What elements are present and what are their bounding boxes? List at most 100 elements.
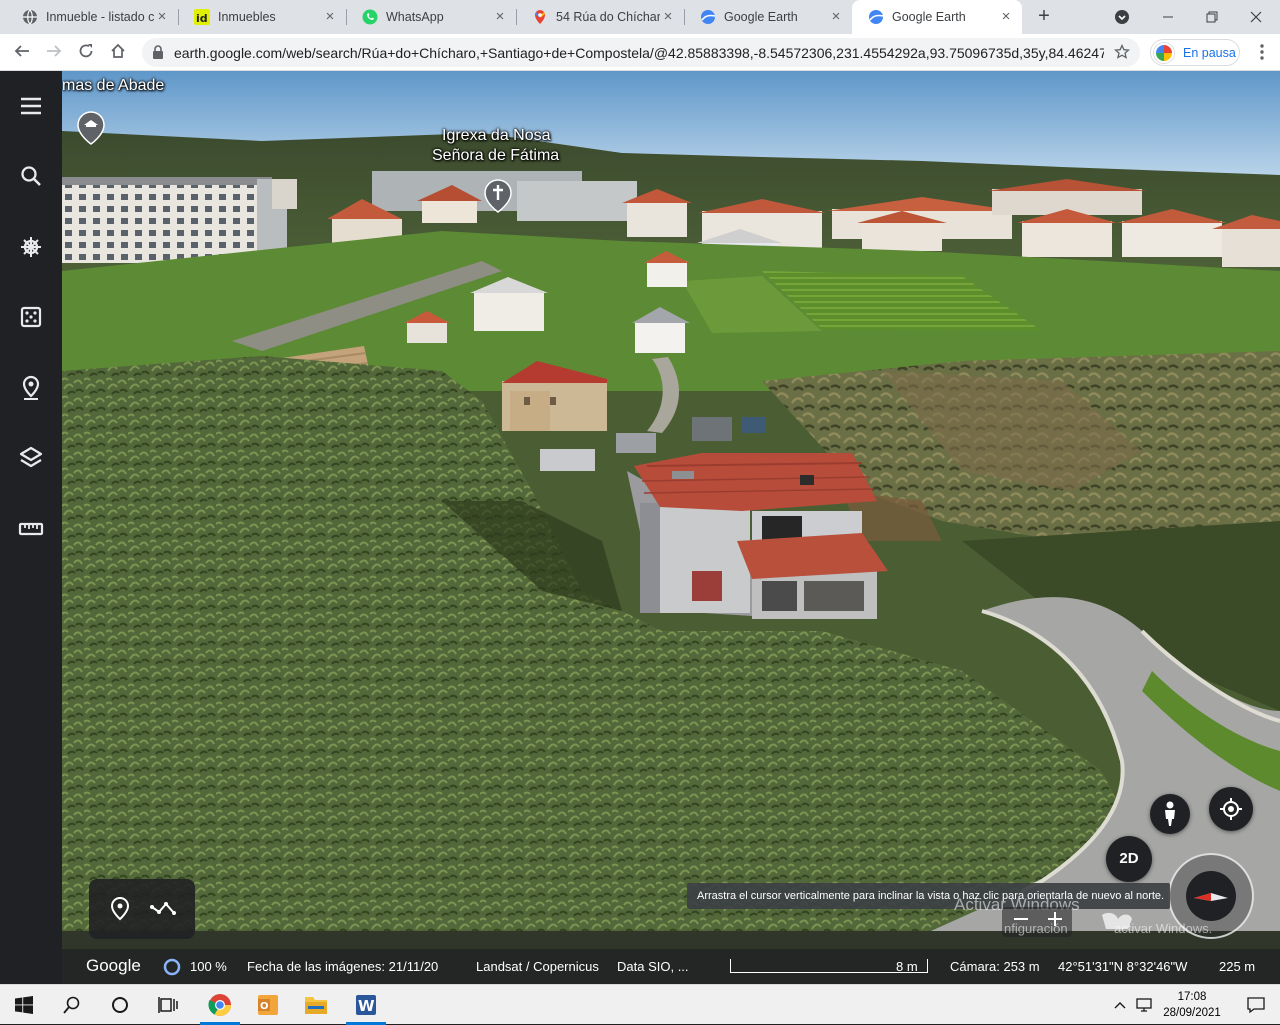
taskbar-outlook[interactable]: O — [244, 985, 292, 1025]
toggle-2d-button[interactable]: 2D — [1106, 836, 1152, 882]
cortana-circle-icon — [112, 997, 128, 1013]
svg-text:id: id — [196, 12, 208, 25]
voyager-helm-icon[interactable] — [17, 233, 45, 261]
scale-label[interactable]: 8 m — [896, 959, 918, 974]
outlook-icon: O — [258, 995, 278, 1015]
tab-title: Google Earth — [892, 10, 966, 24]
idealista-icon: id — [194, 9, 210, 25]
crosshair-location-icon — [1220, 798, 1242, 820]
tab-title: Inmueble - listado c — [46, 10, 154, 24]
tab-close-icon[interactable]: × — [998, 9, 1014, 25]
projects-pin-icon[interactable] — [17, 374, 45, 402]
taskbar-file-explorer[interactable] — [292, 985, 340, 1025]
browser-toolbar: earth.google.com/web/search/Rúa+do+Chích… — [0, 34, 1280, 71]
notification-icon — [1247, 997, 1265, 1014]
reload-button[interactable] — [72, 39, 100, 67]
place-label[interactable]: mas de Abade — [62, 77, 164, 95]
restore-button[interactable] — [1190, 0, 1234, 34]
lock-icon — [153, 45, 163, 59]
arrow-right-icon — [47, 45, 62, 57]
tray-overflow-button[interactable] — [1108, 985, 1132, 1025]
word-icon: W — [356, 995, 376, 1015]
clock-time: 17:08 — [1177, 991, 1207, 1003]
search-icon — [63, 996, 80, 1014]
imagery-date: Fecha de las imágenes: 21/11/20 — [247, 959, 439, 974]
earth-status-bar: Google 100 % Fecha de las imágenes: 21/1… — [62, 949, 1280, 984]
tab-close-icon[interactable]: × — [322, 9, 338, 25]
minimize-button[interactable] — [1146, 0, 1190, 34]
tab-inmuebles[interactable]: id Inmuebles × — [178, 0, 346, 34]
terrain-elevation: 225 m — [1219, 959, 1256, 974]
back-button[interactable] — [8, 39, 36, 67]
google-earth-icon — [869, 10, 884, 24]
system-clock[interactable]: 17:08 28/09/2021 — [1152, 989, 1232, 1021]
landmark-pin-icon[interactable] — [76, 111, 106, 145]
profile-button[interactable]: En pausa — [1150, 39, 1240, 66]
chrome-menu-icon[interactable] — [1252, 42, 1272, 62]
loading-ring-icon — [163, 958, 181, 976]
tab-google-maps[interactable]: 54 Rúa do Chícharo × — [516, 0, 684, 34]
bookmark-star-icon[interactable] — [1114, 44, 1130, 60]
map-style-layers-icon[interactable] — [17, 444, 45, 472]
hamburger-menu-icon[interactable] — [17, 92, 45, 120]
tab-inmueble-listado[interactable]: Inmueble - listado c × — [6, 0, 178, 34]
dice-feeling-lucky-icon[interactable] — [17, 303, 45, 331]
terrain-render — [62, 71, 1280, 984]
url-text[interactable]: earth.google.com/web/search/Rúa+do+Chích… — [174, 45, 1104, 61]
church-pin-icon[interactable] — [483, 179, 513, 213]
chrome-icon — [208, 994, 231, 1016]
tab-close-icon[interactable]: × — [660, 9, 676, 25]
tab-close-icon[interactable]: × — [492, 9, 508, 25]
camera-altitude: Cámara: 253 m — [950, 959, 1040, 974]
place-pin-tool-icon[interactable] — [109, 897, 131, 921]
tab-close-icon[interactable]: × — [154, 9, 170, 25]
svg-text:O: O — [260, 1001, 269, 1012]
svg-text:W: W — [358, 997, 375, 1015]
my-location-button[interactable] — [1209, 787, 1253, 831]
tab-whatsapp[interactable]: WhatsApp × — [346, 0, 516, 34]
tab-title: WhatsApp — [386, 10, 444, 24]
data-attribution[interactable]: Data SIO, ... — [617, 959, 689, 974]
tab-title: Inmuebles — [218, 10, 276, 24]
home-button[interactable] — [104, 39, 132, 67]
start-button[interactable] — [0, 985, 48, 1025]
windows-logo-icon — [15, 996, 33, 1014]
tab-search-icon[interactable] — [1100, 0, 1144, 34]
google-earth-icon — [701, 10, 716, 24]
task-view-button[interactable] — [144, 985, 192, 1025]
compass-dial[interactable] — [1186, 871, 1236, 921]
map-pin-icon — [534, 10, 546, 24]
compass-tooltip: Arrastra el cursor verticalmente para in… — [687, 883, 1170, 909]
search-icon[interactable] — [17, 162, 45, 190]
forward-button[interactable] — [40, 39, 68, 67]
cortana-button[interactable] — [96, 985, 144, 1025]
globe-icon — [23, 9, 37, 25]
loading-percent: 100 % — [190, 959, 227, 974]
street-view-pegman-button[interactable] — [1150, 794, 1190, 834]
cursor-coordinates[interactable]: 42°51'31"N 8°32'46"W — [1058, 959, 1187, 974]
earth-side-rail — [0, 71, 62, 984]
close-window-button[interactable] — [1234, 0, 1278, 34]
earth-3d-viewport[interactable]: mas de Abade Igrexa da Nosa Señora de Fá… — [62, 71, 1280, 984]
tab-google-earth-active[interactable]: Google Earth × — [852, 0, 1022, 34]
whatsapp-icon — [362, 9, 378, 25]
taskbar-chrome[interactable] — [196, 985, 244, 1025]
tab-google-earth[interactable]: Google Earth × — [684, 0, 852, 34]
address-bar[interactable]: earth.google.com/web/search/Rúa+do+Chích… — [142, 38, 1140, 67]
compass-needle-icon — [1194, 893, 1228, 901]
browser-tab-strip: Inmueble - listado c × id Inmuebles × Wh… — [0, 0, 1280, 34]
draw-path-tool-icon[interactable] — [149, 899, 177, 919]
chevron-up-icon — [1114, 1002, 1126, 1009]
tab-close-icon[interactable]: × — [828, 9, 844, 25]
profile-status: En pausa — [1183, 45, 1236, 60]
church-label-line1[interactable]: Igrexa da Nosa — [442, 127, 551, 145]
google-logo: Google — [86, 956, 141, 975]
pegman-icon — [1165, 801, 1175, 826]
taskbar-word[interactable]: W — [342, 985, 390, 1025]
new-tab-button[interactable]: + — [1032, 5, 1056, 29]
action-center-button[interactable] — [1232, 985, 1280, 1025]
taskbar-search-button[interactable] — [48, 985, 96, 1025]
imagery-sources[interactable]: Landsat / Copernicus — [476, 959, 599, 974]
church-label-line2[interactable]: Señora de Fátima — [432, 147, 559, 165]
measure-ruler-icon[interactable] — [17, 515, 45, 543]
